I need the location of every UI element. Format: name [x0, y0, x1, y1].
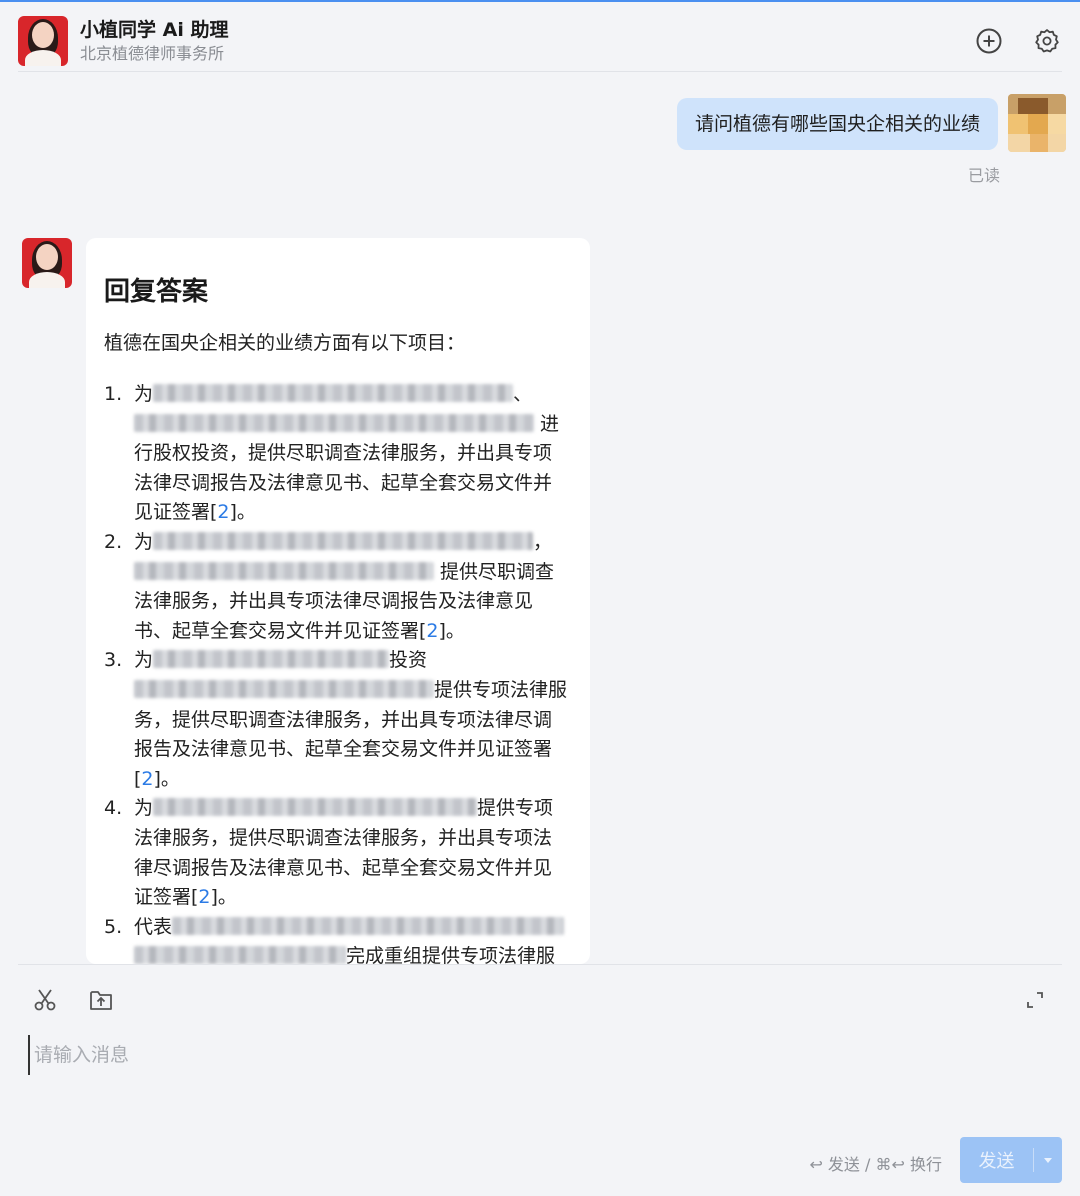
composer: ↩ 发送 / ⌘↩ 换行 发送	[18, 964, 1062, 1196]
title-block: 小植同学 Ai 助理 北京植德律师事务所	[80, 17, 228, 65]
app-title: 小植同学 Ai 助理	[80, 18, 229, 41]
assistant-avatar	[18, 15, 68, 66]
user-message-bubble: 请问植德有哪些国央企相关的业绩	[676, 98, 998, 150]
citation-link[interactable]: 2	[141, 768, 153, 790]
chevron-down-icon	[1044, 1158, 1052, 1163]
shortcut-hint: ↩ 发送 / ⌘↩ 换行	[809, 1155, 942, 1174]
user-message-row: 请问植德有哪些国央企相关的业绩	[676, 94, 1066, 152]
send-button-group: 发送	[960, 1137, 1062, 1183]
expand-icon	[1027, 992, 1043, 1008]
redacted-text	[134, 561, 434, 580]
citation-link[interactable]: 2	[198, 886, 210, 908]
list-item: 3. 为投资提供专项法律服务，提供尽职调查法律服务，并出具专项法律尽调报告及法律意…	[104, 649, 568, 790]
list-item: 2. 为， 提供尽职调查法律服务，并出具专项法律尽调报告及法律意见书、起草全套交易…	[104, 530, 555, 642]
answer-intro: 植德在国央企相关的业绩方面有以下项目：	[104, 332, 466, 354]
plus-circle-icon	[976, 28, 1002, 53]
citation-link[interactable]: 2	[217, 501, 229, 523]
list-item: 1. 为、 进行股权投资，提供尽职调查法律服务，并出具专项法律尽调报告及法律意见书…	[104, 383, 560, 524]
redacted-text	[134, 413, 534, 432]
results-list: 1. 为、 进行股权投资，提供尽职调查法律服务，并出具专项法律尽调报告及法律意见书…	[104, 380, 570, 964]
answer-card: 回复答案 植德在国央企相关的业绩方面有以下项目： 1. 为、 进行股权投资，提供尽…	[86, 238, 590, 964]
redacted-text	[172, 916, 565, 935]
user-avatar	[1008, 94, 1066, 152]
list-item: 4. 为提供专项法律服务，提供尽职调查法律服务，并出具专项法律尽调报告及法律意见书…	[104, 797, 554, 909]
assistant-message-row: 回复答案 植德在国央企相关的业绩方面有以下项目： 1. 为、 进行股权投资，提供尽…	[22, 238, 590, 964]
app-subtitle: 北京植德律师事务所	[80, 43, 225, 63]
header-actions	[974, 26, 1062, 56]
redacted-text	[153, 798, 478, 817]
answer-title: 回复答案	[104, 277, 209, 307]
new-chat-button[interactable]	[974, 26, 1004, 56]
settings-button[interactable]	[1032, 26, 1062, 56]
read-status: 已读	[967, 166, 1000, 185]
citation-link[interactable]: 2	[426, 620, 438, 642]
send-button[interactable]: 发送	[960, 1147, 1033, 1173]
expand-button[interactable]	[1020, 985, 1050, 1015]
list-item: 5.代表完成重组提供专项法律服务，提供尽职调查法律服务，并出具专项法律尽调	[104, 913, 570, 964]
redacted-text	[153, 650, 390, 669]
redacted-text	[134, 946, 346, 964]
upload-folder-icon	[90, 991, 112, 1010]
assistant-avatar	[22, 238, 72, 288]
upload-button[interactable]	[86, 985, 116, 1015]
redacted-text	[153, 531, 534, 550]
send-options-dropdown[interactable]	[1034, 1156, 1062, 1164]
chat-window: 小植同学 Ai 助理 北京植德律师事务所 请问植德有哪些国央企相关的业绩 已读 …	[0, 0, 1080, 1196]
gear-icon	[1035, 28, 1059, 52]
cut-button[interactable]	[30, 985, 60, 1015]
message-input[interactable]	[28, 1035, 928, 1075]
redacted-text	[153, 384, 514, 402]
composer-toolbar	[30, 985, 116, 1015]
redacted-text	[134, 679, 434, 698]
scissors-icon	[34, 989, 56, 1011]
header: 小植同学 Ai 助理 北京植德律师事务所	[18, 10, 1062, 72]
